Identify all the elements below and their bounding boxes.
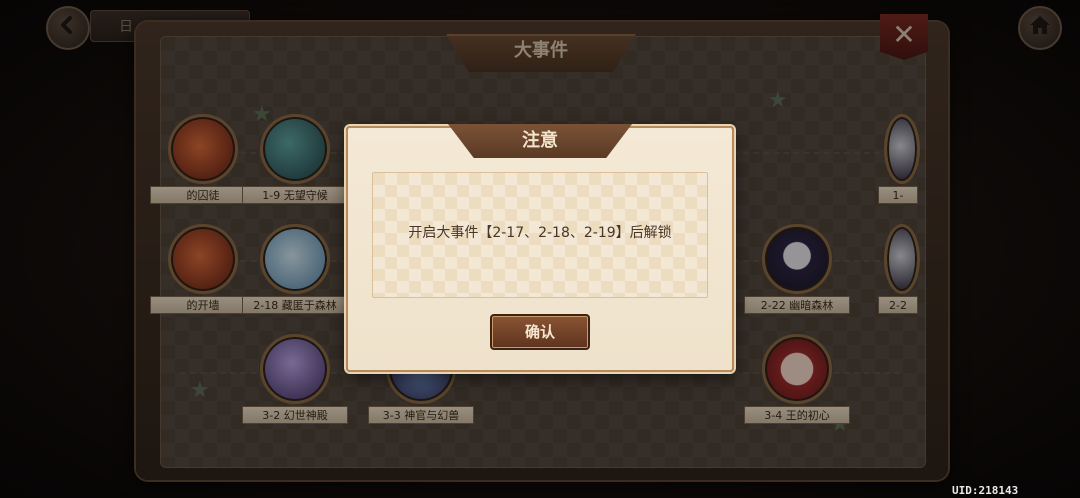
dialog-message: 开启大事件【2-17、2-18、2-19】后解锁 [408,225,672,241]
uid-label: UID:218143 [952,484,1019,497]
dialog-title: 注意 [522,130,558,151]
confirm-button[interactable]: 确认 [490,314,590,350]
